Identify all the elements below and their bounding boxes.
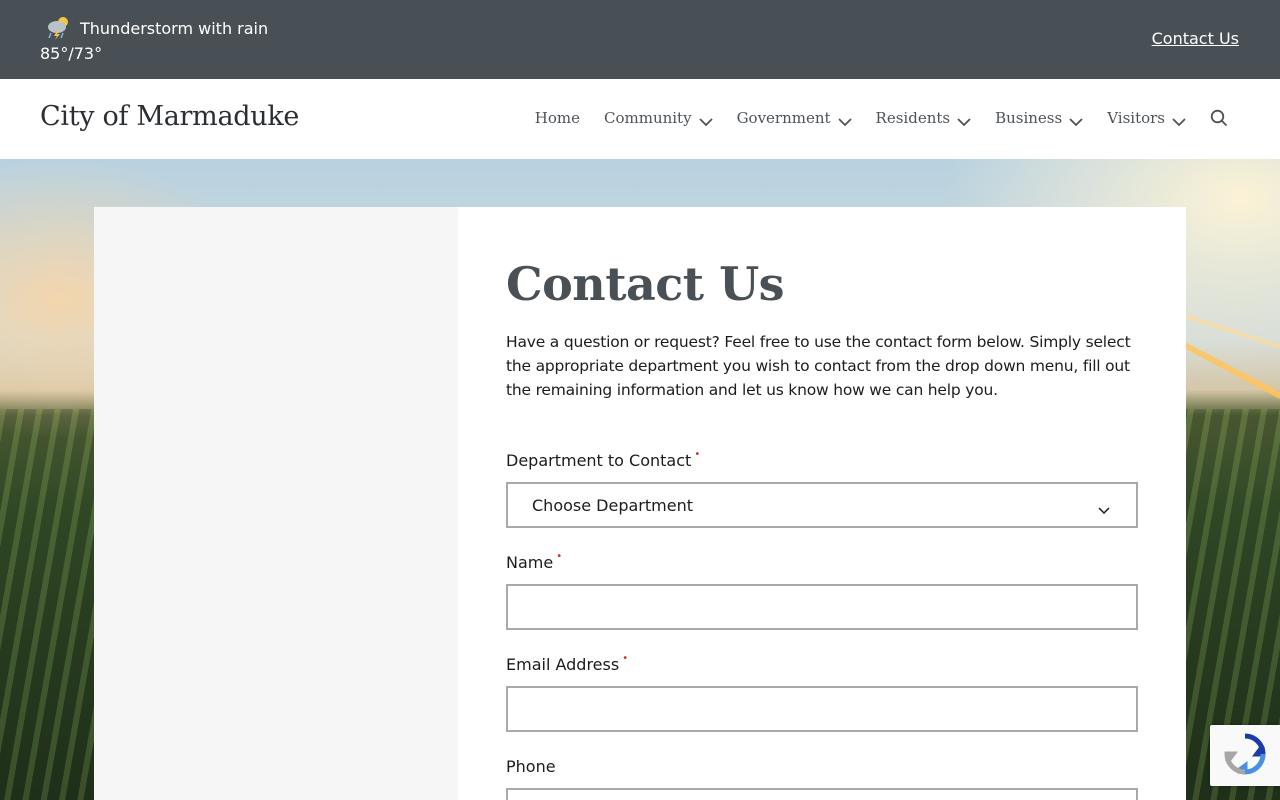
- intro-text: Have a question or request? Feel free to…: [506, 333, 1131, 399]
- weather-temperature: 85°/73°: [40, 44, 103, 63]
- recaptcha-icon: [1223, 732, 1267, 780]
- recaptcha-badge[interactable]: [1210, 725, 1280, 786]
- nav-business[interactable]: Business: [995, 109, 1083, 127]
- email-label: Email Address •: [506, 653, 629, 674]
- nav-visitors[interactable]: Visitors: [1107, 109, 1186, 127]
- site-title[interactable]: City of Marmaduke: [40, 101, 299, 132]
- required-marker: •: [694, 449, 701, 460]
- email-input[interactable]: [506, 686, 1138, 732]
- chevron-down-icon: [1069, 113, 1083, 127]
- name-label-text: Name: [506, 553, 554, 572]
- nav-label: Government: [736, 109, 831, 127]
- name-input[interactable]: [506, 584, 1138, 630]
- nav-government[interactable]: Government: [737, 109, 852, 127]
- nav-residents[interactable]: Residents: [876, 109, 972, 127]
- thunderstorm-rain-icon: [46, 15, 70, 41]
- phone-input[interactable]: [506, 788, 1138, 800]
- required-marker: •: [556, 551, 563, 562]
- weather-condition: Thunderstorm with rain: [80, 18, 269, 38]
- page-title: Contact Us: [506, 257, 785, 311]
- phone-label: Phone: [506, 757, 556, 776]
- nav-label: Community: [603, 109, 692, 127]
- required-marker: •: [622, 653, 629, 664]
- chevron-down-icon: [698, 113, 713, 127]
- utility-bar: Thunderstorm with rain 85°/73° Contact U…: [0, 0, 1280, 79]
- email-label-text: Email Address: [506, 655, 620, 674]
- nav-label: Business: [995, 109, 1063, 127]
- contact-us-link[interactable]: Contact Us: [1152, 29, 1239, 48]
- weather-widget: Thunderstorm with rain: [46, 15, 268, 41]
- phone-label-text: Phone: [506, 757, 556, 776]
- nav-label: Home: [534, 109, 580, 127]
- department-label-text: Department to Contact: [506, 451, 692, 470]
- search-icon[interactable]: [1210, 109, 1228, 127]
- chevron-down-icon: [957, 113, 971, 127]
- department-label: Department to Contact •: [506, 449, 701, 470]
- nav-label: Visitors: [1107, 109, 1165, 127]
- chevron-down-icon: [1098, 500, 1110, 515]
- department-select-value: Choose Department: [532, 495, 693, 515]
- department-select[interactable]: Choose Department: [506, 482, 1138, 528]
- side-panel: [94, 207, 458, 800]
- nav-home[interactable]: Home: [535, 109, 580, 127]
- content-card: Contact Us Have a question or request? F…: [94, 207, 1186, 800]
- nav-label: Residents: [875, 109, 951, 127]
- site-header: City of Marmaduke Home Community Governm…: [0, 79, 1280, 159]
- chevron-down-icon: [1172, 113, 1186, 127]
- main-nav: Home Community Government Residents Busi…: [511, 109, 1228, 127]
- name-label: Name •: [506, 551, 563, 572]
- nav-community[interactable]: Community: [604, 109, 713, 127]
- chevron-down-icon: [837, 113, 852, 127]
